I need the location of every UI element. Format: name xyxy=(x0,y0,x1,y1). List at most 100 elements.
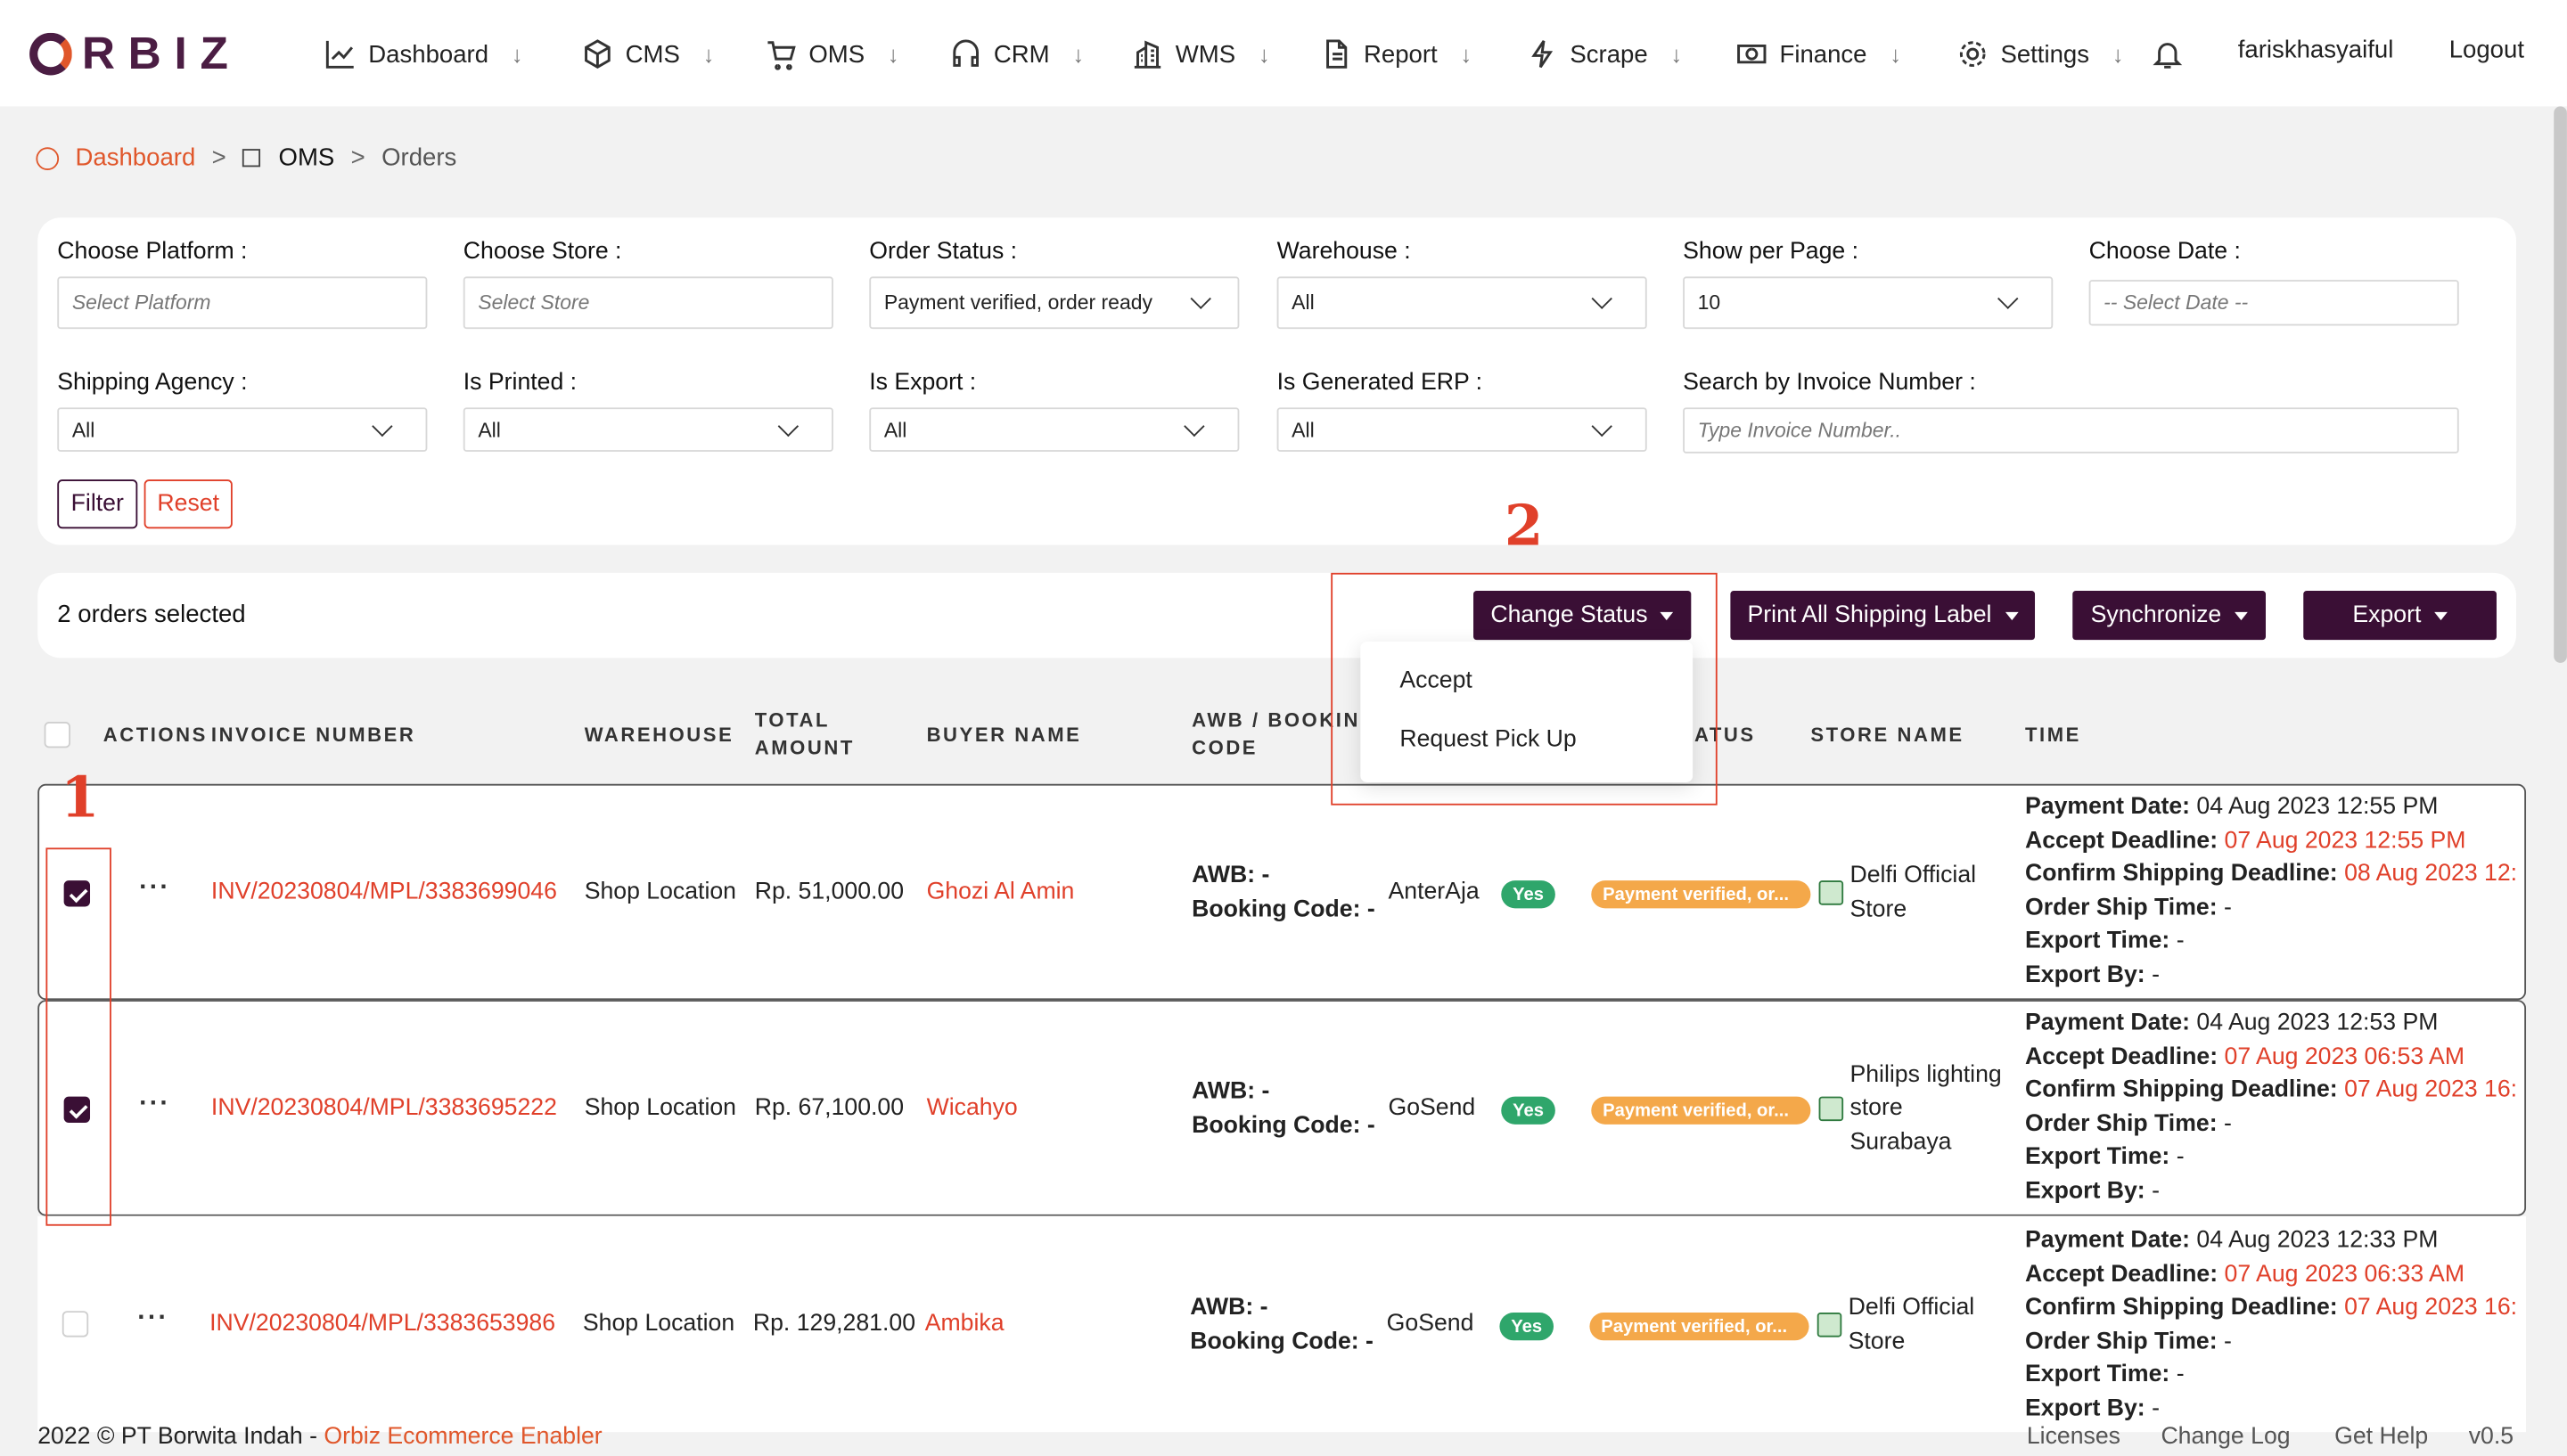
nav-report[interactable]: Report ↓ xyxy=(1319,33,1472,76)
invoice-link[interactable]: INV/20230804/MPL/3383699046 xyxy=(211,876,557,910)
payment-date-label: Payment Date: xyxy=(2024,1227,2191,1254)
platform-select[interactable]: Select Platform xyxy=(57,276,428,330)
logo-o-icon xyxy=(29,32,72,76)
breadcrumb-oms[interactable]: OMS xyxy=(279,144,335,172)
nav-cms[interactable]: CMS ↓ xyxy=(581,33,714,76)
synchronize-button[interactable]: Synchronize xyxy=(2072,591,2266,641)
cash-icon xyxy=(1737,44,1767,64)
logout-link[interactable]: Logout xyxy=(2449,36,2524,63)
confirm-deadline-label: Confirm Shipping Deadline: xyxy=(2024,1295,2338,1321)
nav-arrow-icon: ↓ xyxy=(887,40,899,68)
store-line: Store xyxy=(1849,896,1907,923)
date-placeholder: -- Select Date -- xyxy=(2104,290,2249,315)
page-scrollbar[interactable] xyxy=(2554,106,2567,663)
reset-button[interactable]: Reset xyxy=(144,479,233,529)
awb-cell: AWB: - xyxy=(1192,862,1270,889)
confirm-deadline-label: Confirm Shipping Deadline: xyxy=(2024,861,2338,888)
nav-arrow-icon: ↓ xyxy=(1890,40,1902,68)
row-checkbox[interactable] xyxy=(62,1311,89,1337)
notifications-button[interactable] xyxy=(2151,33,2195,76)
per-page-select[interactable]: 10 xyxy=(1683,276,2054,330)
filter-panel: Choose Platform : Select Platform Choose… xyxy=(37,217,2517,545)
export-button[interactable]: Export xyxy=(2303,591,2497,641)
nav-crm-label: CRM xyxy=(993,39,1050,69)
cart-icon xyxy=(767,41,796,70)
print-shipping-label-button[interactable]: Print All Shipping Label xyxy=(1730,591,2036,641)
help-link[interactable]: Get Help xyxy=(2334,1424,2428,1450)
company-link[interactable]: Orbiz Ecommerce Enabler xyxy=(324,1424,602,1450)
breadcrumb: Dashboard > OMS > Orders xyxy=(36,144,456,172)
cube-icon xyxy=(585,39,611,69)
ship-time: - xyxy=(2223,1110,2232,1138)
breadcrumb-separator: > xyxy=(211,143,226,172)
confirm-deadline: 07 Aug 2023 16:00 xyxy=(2344,1076,2516,1104)
annotation-box-2 xyxy=(1331,572,1718,806)
export-time: - xyxy=(2176,928,2185,955)
export-by-line: Export By: - xyxy=(2025,1175,2516,1209)
changelog-link[interactable]: Change Log xyxy=(2161,1424,2290,1450)
row-actions-menu[interactable]: ··· xyxy=(139,1090,170,1119)
status-badge: Payment verified, or... xyxy=(1589,1313,1809,1341)
order-status-select[interactable]: Payment verified, order ready xyxy=(869,276,1240,330)
total-cell: Rp. 129,281.00 xyxy=(752,1311,916,1337)
shop-icon xyxy=(1817,1313,1842,1337)
warehouse-cell: Shop Location xyxy=(584,1094,736,1122)
store-line: Delfi Official xyxy=(1849,862,1977,889)
row-actions-menu[interactable]: ··· xyxy=(139,874,170,904)
logo[interactable]: RBIZ xyxy=(29,25,242,84)
nav-finance[interactable]: Finance ↓ xyxy=(1735,33,1901,76)
date-picker[interactable]: -- Select Date -- xyxy=(2088,280,2459,326)
export-time-line: Export Time: - xyxy=(2025,925,2516,959)
nav-wms[interactable]: WMS ↓ xyxy=(1131,33,1270,76)
nav-dashboard[interactable]: Dashboard ↓ xyxy=(324,33,523,76)
warehouse-label: Warehouse : xyxy=(1276,239,1411,266)
export-time-line: Export Time: - xyxy=(2025,1141,2516,1175)
nav-scrape[interactable]: Scrape ↓ xyxy=(1526,33,1682,76)
store-select[interactable]: Select Store xyxy=(463,276,833,330)
username[interactable]: fariskhasyaiful xyxy=(2238,36,2394,63)
select-all-checkbox[interactable] xyxy=(44,721,70,748)
buyer-link[interactable]: Ambika xyxy=(925,1308,1005,1342)
nav-oms[interactable]: OMS ↓ xyxy=(765,33,899,76)
courier-cell: GoSend xyxy=(1386,1311,1474,1337)
export-time: - xyxy=(2176,1144,2185,1171)
nav-settings[interactable]: Settings ↓ xyxy=(1956,33,2124,76)
row-actions-menu[interactable]: ··· xyxy=(137,1305,168,1334)
lightning-icon xyxy=(1531,40,1554,69)
footer-copyright: 2022 © PT Borwita Indah - Orbiz Ecommerc… xyxy=(37,1424,602,1450)
invoice-link[interactable]: INV/20230804/MPL/3383695222 xyxy=(211,1092,557,1125)
order-status-label: Order Status : xyxy=(869,239,1018,266)
filter-button[interactable]: Filter xyxy=(57,479,138,529)
store-line: store xyxy=(1849,1094,1903,1122)
buyer-link[interactable]: Wicahyo xyxy=(927,1092,1018,1125)
chevron-down-icon xyxy=(1184,414,1205,437)
ship-time: - xyxy=(2223,1328,2232,1355)
shipping-agency-select[interactable]: All xyxy=(57,407,428,452)
buyer-link[interactable]: Ghozi Al Amin xyxy=(927,876,1075,910)
breadcrumb-dashboard[interactable]: Dashboard xyxy=(75,144,195,172)
booking-cell: Booking Code: - xyxy=(1192,1112,1375,1140)
annotation-box-1 xyxy=(45,847,111,1226)
warehouse-select[interactable]: All xyxy=(1276,276,1647,330)
yes-badge: Yes xyxy=(1501,1096,1555,1125)
is-generated-erp-select[interactable]: All xyxy=(1276,407,1647,452)
is-printed-label: Is Printed : xyxy=(463,370,578,397)
platform-label: Choose Platform : xyxy=(57,239,248,266)
caret-down-icon xyxy=(2234,611,2248,620)
invoice-link[interactable]: INV/20230804/MPL/3383653986 xyxy=(209,1308,555,1342)
status-badge: Payment verified, or... xyxy=(1591,1096,1811,1125)
is-printed-select[interactable]: All xyxy=(463,407,833,452)
col-warehouse: WAREHOUSE xyxy=(584,723,734,747)
is-export-label: Is Export : xyxy=(869,370,977,397)
licenses-link[interactable]: Licenses xyxy=(2027,1424,2120,1450)
time-cell: Payment Date: 04 Aug 2023 12:53 PM Accep… xyxy=(2025,1007,2516,1209)
nav-crm[interactable]: CRM ↓ xyxy=(949,33,1084,76)
export-time-label: Export Time: xyxy=(2024,1362,2170,1389)
is-export-select[interactable]: All xyxy=(869,407,1240,452)
export-by-line: Export By: - xyxy=(2025,959,2516,993)
invoice-search-input[interactable]: Type Invoice Number.. xyxy=(1683,407,2459,454)
payment-date: 04 Aug 2023 12:53 PM xyxy=(2196,1010,2439,1036)
nav-arrow-icon: ↓ xyxy=(1670,40,1683,68)
time-cell: Payment Date: 04 Aug 2023 12:33 PM Accep… xyxy=(2025,1224,2516,1427)
time-cell: Payment Date: 04 Aug 2023 12:55 PM Accep… xyxy=(2025,790,2516,993)
